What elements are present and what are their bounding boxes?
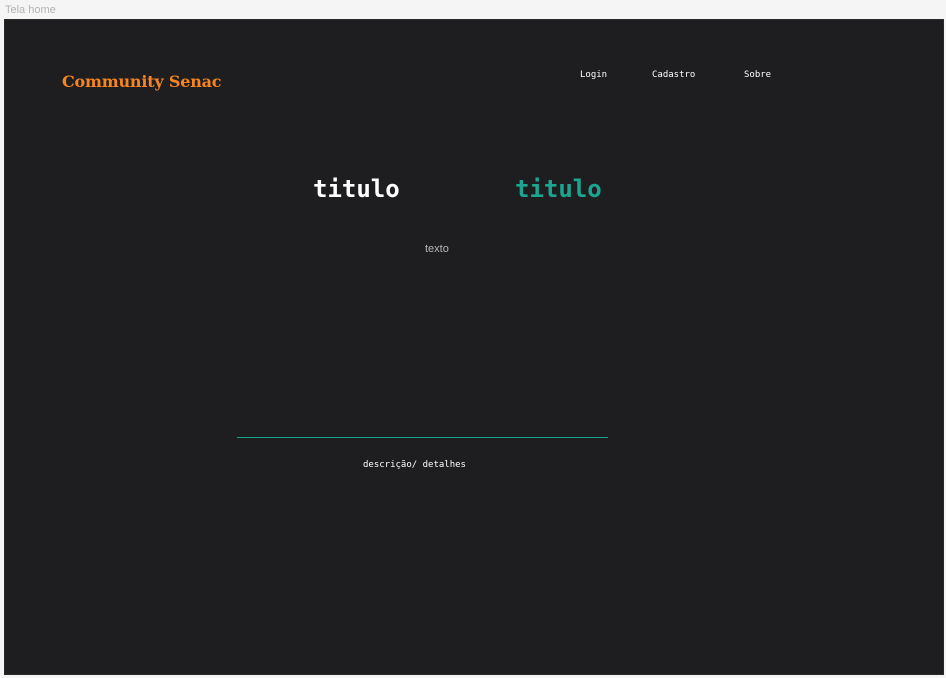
nav-cadastro[interactable]: Cadastro: [652, 70, 695, 80]
hero-title-accent: titulo: [515, 175, 602, 203]
section-divider: [237, 437, 608, 438]
logo[interactable]: Community Senac: [62, 72, 222, 91]
home-screen: Community Senac Login Cadastro Sobre tit…: [4, 19, 944, 675]
hero-title-primary: titulo: [313, 175, 400, 203]
description-details: descrição/ detalhes: [363, 460, 466, 470]
frame-label: Tela home: [5, 4, 56, 16]
hero-text: texto: [425, 243, 449, 255]
nav-login[interactable]: Login: [580, 70, 607, 80]
nav-sobre[interactable]: Sobre: [744, 70, 771, 80]
